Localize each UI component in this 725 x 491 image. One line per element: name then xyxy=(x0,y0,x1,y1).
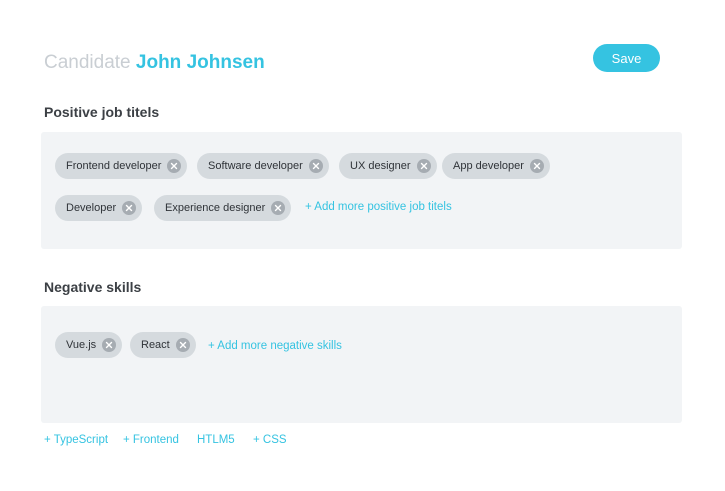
close-circle-icon[interactable] xyxy=(416,159,431,173)
chip-label: App developer xyxy=(453,160,524,172)
suggestion-frontend[interactable]: + Frontend xyxy=(123,434,179,446)
chip-positive: Software developer xyxy=(197,153,329,179)
close-circle-icon[interactable] xyxy=(167,159,182,173)
positive-panel: Frontend developer Software developer UX… xyxy=(41,132,682,249)
chip-negative: Vue.js xyxy=(55,332,123,358)
close-circle-icon[interactable] xyxy=(102,338,117,352)
chip-label: React xyxy=(141,339,170,351)
chip-label: Developer xyxy=(66,202,117,214)
negative-section-title: Negative skills xyxy=(44,279,142,295)
close-circle-icon[interactable] xyxy=(271,201,286,215)
negative-panel: Vue.js React + Add more negative skills xyxy=(41,306,682,423)
close-circle-icon[interactable] xyxy=(175,338,190,352)
candidate-name: John Johnsen xyxy=(135,52,265,73)
positive-section-title: Positive job titels xyxy=(44,104,160,120)
chip-label: Software developer xyxy=(208,160,303,172)
close-circle-icon[interactable] xyxy=(529,159,544,173)
chip-label: UX designer xyxy=(350,160,411,172)
chip-negative: React xyxy=(130,332,196,358)
title-prefix: Candidate xyxy=(44,52,131,73)
close-circle-icon[interactable] xyxy=(308,159,323,173)
save-button[interactable]: Save xyxy=(593,44,660,72)
suggestion-css[interactable]: + CSS xyxy=(253,434,287,446)
chip-positive: UX designer xyxy=(339,153,437,179)
chip-positive: Developer xyxy=(55,195,143,221)
chip-label: Experience designer xyxy=(165,202,266,214)
suggestion-typescript[interactable]: + TypeScript xyxy=(44,434,108,446)
add-positive-link[interactable]: + Add more positive job titels xyxy=(305,201,452,213)
suggestion-html5[interactable]: HTLM5 xyxy=(197,434,235,446)
close-circle-icon[interactable] xyxy=(122,201,137,215)
chip-positive: App developer xyxy=(442,153,550,179)
chip-label: Frontend developer xyxy=(66,160,162,172)
chip-label: Vue.js xyxy=(66,339,97,351)
chip-positive: Frontend developer xyxy=(55,153,188,179)
add-negative-link[interactable]: + Add more negative skills xyxy=(208,340,342,352)
chip-positive: Experience designer xyxy=(154,195,292,221)
page-title: Candidate John Johnsen xyxy=(44,52,265,74)
